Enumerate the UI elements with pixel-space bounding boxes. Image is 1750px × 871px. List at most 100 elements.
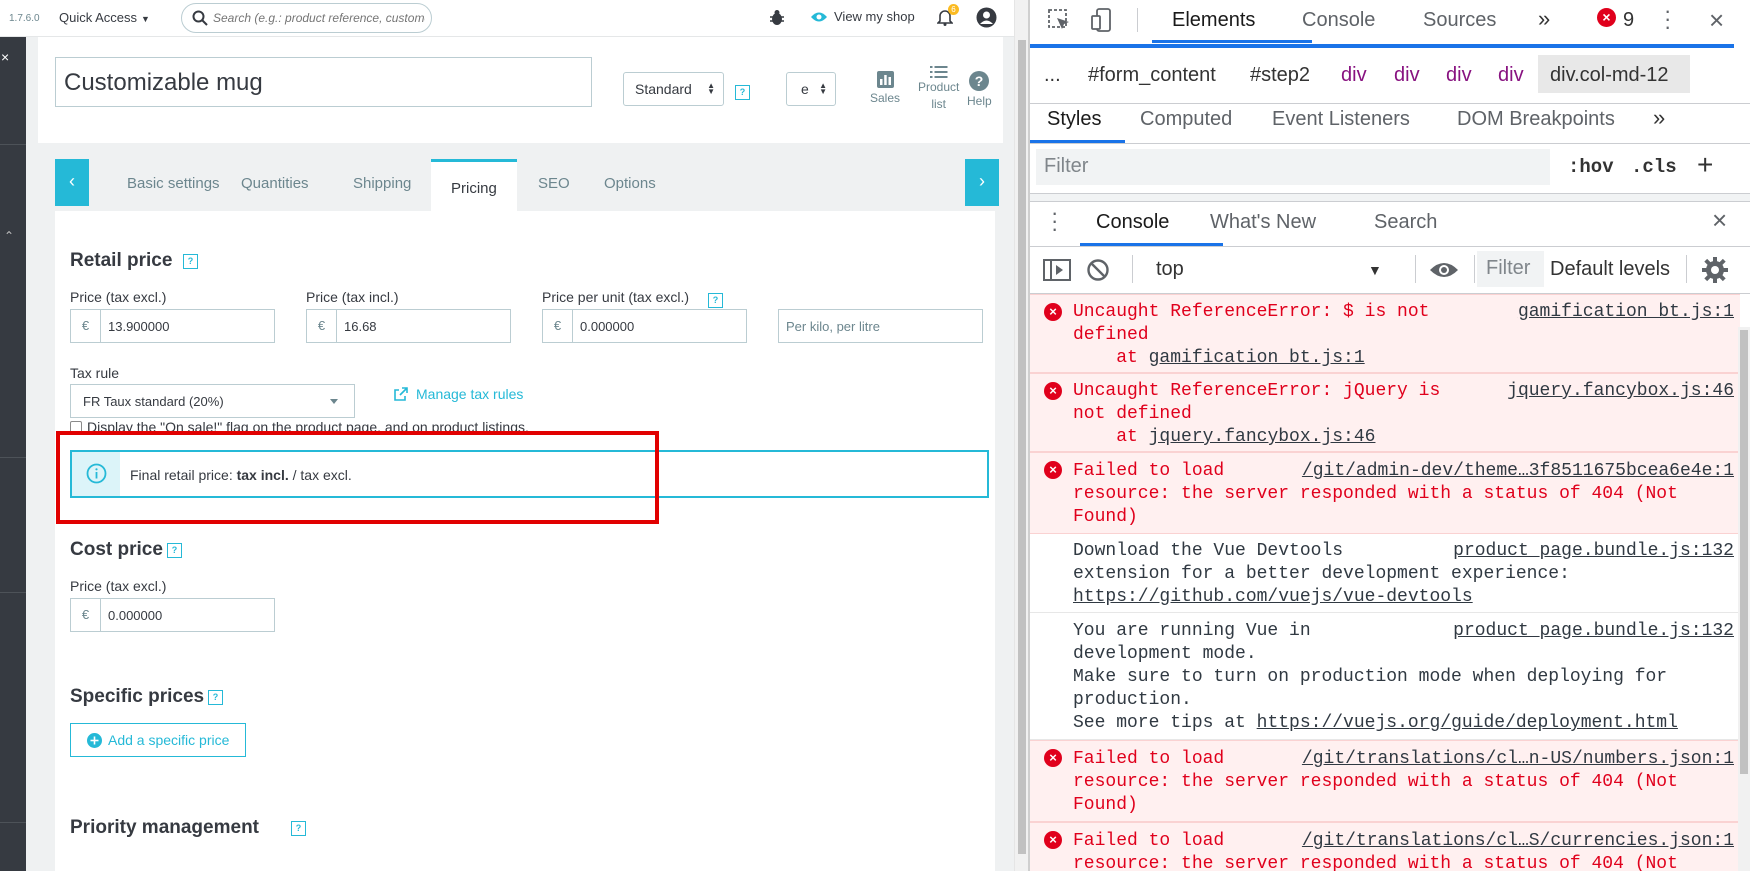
user-avatar-icon[interactable] [976, 7, 997, 28]
kebab-menu-icon[interactable]: · · · [1664, 0, 1671, 38]
log-source-link[interactable]: /git/admin-dev/theme…3f8511675bcea6e4e:1 [1302, 460, 1734, 483]
debug-bug-icon[interactable] [769, 9, 785, 26]
help-icon[interactable]: ? [735, 85, 750, 100]
drawer-menu-icon[interactable]: · · · [1051, 202, 1058, 240]
scrollbar-thumb[interactable] [1740, 330, 1748, 774]
sidebar-toggle-icon[interactable] [1042, 258, 1072, 282]
tax-rule-select[interactable]: FR Taux standard (20%) [70, 384, 355, 418]
console-info-entry[interactable]: You are running Vue in development mode.… [1030, 613, 1740, 740]
log-source-link[interactable]: /git/translations/cl…S/currencies.json:1 [1302, 830, 1734, 853]
vue-deployment-link[interactable]: https://vuejs.org/guide/deployment.html [1257, 713, 1678, 733]
tab-computed[interactable]: Computed [1140, 108, 1232, 131]
console-error-entry[interactable]: × Failed to load resource: the server re… [1030, 740, 1740, 822]
clear-console-icon[interactable] [1086, 258, 1110, 282]
more-tabs-button[interactable]: » [1538, 6, 1550, 32]
tab-console[interactable]: Console [1302, 9, 1375, 32]
cls-toggle[interactable]: .cls [1631, 156, 1677, 178]
log-source-link[interactable]: product_page.bundle.js:132 [1453, 540, 1734, 563]
console-error-entry[interactable]: × Failed to load resource: the server re… [1030, 452, 1740, 534]
context-dropdown-icon[interactable]: ▼ [1368, 262, 1382, 278]
console-error-entry[interactable]: × Uncaught ReferenceError: jQuery is not… [1030, 373, 1740, 452]
log-source-link[interactable]: product_page.bundle.js:132 [1453, 620, 1734, 643]
price-tax-excl-input[interactable]: €13.900000 [70, 309, 275, 343]
tab-sources[interactable]: Sources [1423, 9, 1496, 32]
hov-toggle[interactable]: :hov [1568, 156, 1614, 178]
log-stack-link[interactable]: jquery.fancybox.js:46 [1149, 427, 1376, 447]
close-sidebar-icon[interactable]: × [1, 49, 9, 65]
close-devtools-icon[interactable]: × [1709, 5, 1724, 36]
help-icon[interactable]: ? [708, 293, 723, 308]
add-specific-price-button[interactable]: Add a specific price [70, 723, 247, 757]
scrollbar-thumb[interactable] [1018, 40, 1026, 854]
breadcrumb-div[interactable]: div [1341, 64, 1367, 87]
breadcrumb-ellipsis[interactable]: ... [1044, 64, 1061, 87]
breadcrumb-div[interactable]: div [1498, 64, 1524, 87]
quick-access-menu[interactable]: Quick Access ▼ [59, 10, 150, 25]
help-icon[interactable]: ? [183, 254, 198, 269]
tab-seo[interactable]: SEO [538, 175, 570, 192]
tab-dom-breakpoints[interactable]: DOM Breakpoints [1457, 108, 1615, 131]
sales-button[interactable]: Sales [870, 71, 900, 105]
device-toolbar-icon[interactable] [1089, 7, 1115, 33]
price-per-unit-input[interactable]: €0.000000 [542, 309, 747, 343]
tab-styles[interactable]: Styles [1047, 108, 1101, 131]
vue-devtools-link[interactable]: https://github.com/vuejs/vue-devtools [1073, 587, 1473, 607]
drawer-resizer[interactable] [1030, 193, 1750, 202]
page-scrollbar[interactable] [1014, 0, 1028, 871]
console-error-entry[interactable]: × Uncaught ReferenceError: $ is not defi… [1030, 294, 1740, 373]
context-select[interactable]: top [1156, 258, 1184, 281]
tabs-prev-button[interactable]: ‹ [55, 159, 89, 206]
more-style-tabs-button[interactable]: » [1653, 105, 1665, 131]
tab-pricing[interactable]: Pricing [431, 159, 517, 211]
log-levels-select[interactable]: Default levels [1550, 258, 1677, 281]
log-source-link[interactable]: jquery.fancybox.js:46 [1507, 380, 1734, 403]
close-drawer-icon[interactable]: × [1712, 205, 1727, 236]
product-name-input[interactable]: Customizable mug [55, 57, 592, 107]
help-icon[interactable]: ? [291, 821, 306, 836]
drawer-tab-console[interactable]: Console [1096, 211, 1169, 234]
log-source-link[interactable]: /git/translations/cl…n-US/numbers.json:1 [1302, 748, 1734, 771]
console-scrollbar[interactable] [1738, 327, 1750, 871]
tabs-next-button[interactable]: › [965, 159, 999, 206]
breadcrumb-col-md-12[interactable]: div.col-md-12 [1550, 64, 1669, 87]
breadcrumb-form-content[interactable]: #form_content [1088, 64, 1216, 87]
tab-basic-settings[interactable]: Basic settings [127, 175, 220, 192]
view-my-shop-link[interactable]: View my shop [810, 9, 915, 24]
drawer-tab-search[interactable]: Search [1374, 211, 1437, 234]
log-source-link[interactable]: gamification_bt.js:1 [1518, 301, 1734, 324]
error-count[interactable]: 9 [1623, 9, 1634, 32]
help-button[interactable]: ? Help [967, 71, 992, 108]
console-error-entry[interactable]: × Failed to load resource: the server re… [1030, 822, 1740, 871]
breadcrumb-div[interactable]: div [1446, 64, 1472, 87]
styles-filter-input[interactable]: Filter [1036, 149, 1550, 185]
tab-event-listeners[interactable]: Event Listeners [1272, 108, 1410, 131]
live-expression-eye-icon[interactable] [1428, 260, 1460, 280]
unity-input[interactable]: Per kilo, per litre [778, 309, 983, 343]
tab-shipping[interactable]: Shipping [353, 175, 411, 192]
side-navigation: × ⌃ [0, 37, 26, 871]
console-settings-gear-icon[interactable] [1702, 257, 1728, 283]
search-input[interactable] [213, 9, 425, 27]
tab-options[interactable]: Options [604, 175, 656, 192]
language-select[interactable]: e ▲ ▼ [786, 72, 836, 106]
breadcrumb-step2[interactable]: #step2 [1250, 64, 1310, 87]
price-tax-incl-input[interactable]: €16.68 [306, 309, 511, 343]
product-list-button[interactable]: Product list [918, 65, 959, 113]
error-icon[interactable]: × [1597, 8, 1616, 27]
chevron-up-icon[interactable]: ⌃ [4, 229, 14, 243]
search-box[interactable] [181, 3, 432, 33]
tab-quantities[interactable]: Quantities [241, 175, 309, 192]
help-icon[interactable]: ? [167, 543, 182, 558]
new-style-rule-icon[interactable]: + [1697, 149, 1713, 181]
manage-tax-rules-link[interactable]: Manage tax rules [394, 386, 523, 402]
console-filter-input[interactable]: Filter [1477, 251, 1544, 287]
drawer-tab-whats-new[interactable]: What's New [1210, 211, 1316, 234]
tab-elements[interactable]: Elements [1172, 9, 1255, 32]
breadcrumb-div[interactable]: div [1394, 64, 1420, 87]
cost-price-input[interactable]: €0.000000 [70, 598, 275, 632]
log-stack-link[interactable]: gamification_bt.js:1 [1149, 348, 1365, 368]
inspect-element-icon[interactable] [1047, 8, 1071, 32]
product-type-select[interactable]: Standard ▲ ▼ [623, 72, 724, 106]
help-icon[interactable]: ? [208, 690, 223, 705]
console-info-entry[interactable]: Download the Vue Devtools extension for … [1030, 534, 1740, 613]
